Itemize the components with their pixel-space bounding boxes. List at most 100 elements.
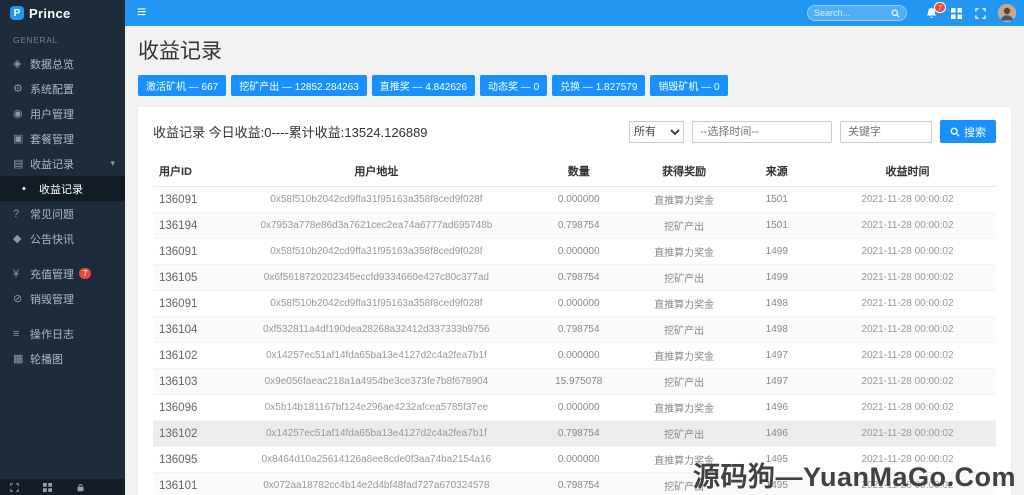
stat-button[interactable]: 销毁矿机 — 0 (650, 75, 728, 96)
sidebar-item-announcements[interactable]: 公告快讯 (0, 226, 125, 251)
sidebar-item-label: 系统配置 (30, 83, 74, 96)
table-row[interactable]: 136091 0x58f510b2042cd9ffa31f95163a358f8… (153, 290, 996, 317)
image-icon (13, 352, 30, 365)
sidebar-item-destroy-management[interactable]: 销毁管理 (0, 286, 125, 311)
search-icon (950, 127, 960, 137)
cell-user-address: 0x58f510b2042cd9ffa31f95163a358f8ced9f02… (228, 290, 524, 317)
table-row[interactable]: 136105 0x6f5618720202345eccfd9334660e427… (153, 264, 996, 291)
cell-amount: 0.000000 (523, 238, 634, 265)
table-row[interactable]: 136091 0x58f510b2042cd9ffa31f95163a358f8… (153, 186, 996, 213)
category-select[interactable]: 所有 (629, 120, 684, 143)
lock-icon[interactable] (76, 483, 85, 492)
cell-time: 2021-11-28 00:00:02 (818, 212, 996, 239)
sidebar-item-label: 销毁管理 (30, 293, 74, 306)
header-time: 收益时间 (818, 156, 996, 187)
sidebar-item-faq[interactable]: 常见问题 (0, 201, 125, 226)
main-content: 收益记录 激活矿机 — 667 挖矿产出 — 12852.284263 直推奖 … (125, 26, 1024, 495)
log-icon (13, 328, 30, 340)
chevron-down-icon (110, 158, 115, 169)
income-records-submenu: 收益记录 (0, 176, 125, 201)
table-row[interactable]: 136102 0x14257ec51af14fda65ba13e4127d2c4… (153, 420, 996, 447)
date-range-input[interactable] (692, 120, 832, 143)
table-row[interactable]: 136091 0x58f510b2042cd9ffa31f95163a358f8… (153, 238, 996, 265)
cell-user-address: 0x14257ec51af14fda65ba13e4127d2c4a2fea7b… (228, 342, 524, 369)
topbar-search[interactable] (807, 5, 907, 21)
sidebar: P Prince GENERAL 数据总览 系统配置 用户管理 套餐管理 收益记… (0, 0, 125, 495)
cell-source: 1499 (734, 264, 819, 291)
cell-source: 1498 (734, 290, 819, 317)
sidebar-item-package-management[interactable]: 套餐管理 (0, 126, 125, 151)
cell-source: 1496 (734, 420, 819, 447)
sidebar-item-income-records[interactable]: 收益记录 (0, 151, 125, 176)
recharge-badge: 7 (79, 267, 92, 280)
stat-button[interactable]: 挖矿产出 — 12852.284263 (231, 75, 367, 96)
cell-user-address: 0x5b14b181167bf124e296ae4232afcea5785f37… (228, 394, 524, 421)
sidebar-item-user-management[interactable]: 用户管理 (0, 101, 125, 126)
notifications-bell[interactable]: 7 (925, 1, 946, 20)
watermark-text: 源码狗—YuanMaGo.Com (692, 462, 1016, 492)
cell-source: 1497 (734, 342, 819, 369)
filters: 所有 搜索 (629, 120, 996, 143)
sidebar-item-carousel[interactable]: 轮播图 (0, 346, 125, 371)
search-icon[interactable] (891, 9, 900, 18)
cell-source: 1498 (734, 316, 819, 343)
cell-user-address: 0x8464d10a25614126a8ee8cde0f3aa74ba2154a… (228, 446, 524, 473)
cell-reward: 挖矿产出 (633, 368, 735, 395)
header-source: 来源 (734, 156, 819, 187)
cell-time: 2021-11-28 00:00:02 (818, 394, 996, 421)
list-icon (13, 157, 30, 170)
table-row[interactable]: 136103 0x9e056faeac218a1a4954be3ce373fe7… (153, 368, 996, 395)
hamburger-menu-icon[interactable]: ≡ (137, 5, 146, 21)
sidebar-item-system-config[interactable]: 系统配置 (0, 76, 125, 101)
cell-amount: 0.000000 (523, 394, 634, 421)
dashboard-icon (13, 57, 30, 70)
sidebar-item-label: 充值管理 (30, 268, 74, 281)
sidebar-item-label: 用户管理 (30, 108, 74, 121)
search-button[interactable]: 搜索 (940, 120, 996, 143)
page-title: 收益记录 (138, 40, 222, 63)
cell-reward: 挖矿产出 (633, 264, 735, 291)
table-row[interactable]: 136194 0x7953a778e86d3a7621cec2ea74a6777… (153, 212, 996, 239)
cell-user-address: 0xf532811a4df190dea28268a32412d337333b97… (228, 316, 524, 343)
sidebar-item-operation-logs[interactable]: 操作日志 (0, 321, 125, 346)
cell-reward: 直推算力奖金 (633, 342, 735, 369)
cell-user-id: 136104 (153, 316, 229, 343)
grid-icon[interactable] (43, 482, 52, 492)
columns-icon[interactable] (951, 7, 962, 19)
stats-row: 激活矿机 — 667 挖矿产出 — 12852.284263 直推奖 — 4.8… (125, 75, 1024, 96)
cell-amount: 15.975078 (523, 368, 634, 395)
cell-time: 2021-11-28 00:00:02 (818, 264, 996, 291)
cell-user-id: 136105 (153, 264, 229, 291)
table-header-row: 用户ID 用户地址 数量 获得奖励 来源 收益时间 (153, 156, 996, 187)
fullscreen-icon[interactable] (10, 482, 19, 492)
cell-user-id: 136194 (153, 212, 229, 239)
table-row[interactable]: 136096 0x5b14b181167bf124e296ae4232afcea… (153, 394, 996, 421)
app-logo[interactable]: P Prince (0, 0, 125, 26)
sidebar-subitem-income-records[interactable]: 收益记录 (0, 176, 125, 201)
stat-button[interactable]: 兑换 — 1.827579 (552, 75, 646, 96)
sidebar-item-recharge-management[interactable]: 充值管理 7 (0, 261, 125, 286)
cell-user-id: 136091 (153, 238, 229, 265)
sidebar-item-label: 常见问题 (30, 208, 74, 221)
user-avatar[interactable] (998, 4, 1016, 22)
cell-reward: 直推算力奖金 (633, 290, 735, 317)
sidebar-item-dashboard[interactable]: 数据总览 (0, 51, 125, 76)
cell-time: 2021-11-28 00:00:02 (818, 368, 996, 395)
expand-icon[interactable] (975, 7, 986, 19)
cell-time: 2021-11-28 00:00:02 (818, 238, 996, 265)
cell-time: 2021-11-28 00:00:02 (818, 290, 996, 317)
keyword-input[interactable] (840, 120, 932, 143)
stat-button[interactable]: 动态奖 — 0 (480, 75, 548, 96)
cell-user-id: 136091 (153, 186, 229, 213)
stat-button[interactable]: 直推奖 — 4.842626 (371, 75, 476, 96)
table-row[interactable]: 136104 0xf532811a4df190dea28268a32412d33… (153, 316, 996, 343)
table-body: 136091 0x58f510b2042cd9ffa31f95163a358f8… (153, 186, 996, 495)
cell-user-address: 0x58f510b2042cd9ffa31f95163a358f8ced9f02… (228, 238, 524, 265)
stat-button[interactable]: 激活矿机 — 667 (138, 75, 227, 96)
cell-user-id: 136095 (153, 446, 229, 473)
search-input[interactable] (814, 8, 891, 18)
income-table: 用户ID 用户地址 数量 获得奖励 来源 收益时间 136091 0x58f51… (153, 156, 996, 495)
sidebar-item-label: 公告快讯 (30, 233, 74, 246)
cell-amount: 0.798754 (523, 316, 634, 343)
table-row[interactable]: 136102 0x14257ec51af14fda65ba13e4127d2c4… (153, 342, 996, 369)
